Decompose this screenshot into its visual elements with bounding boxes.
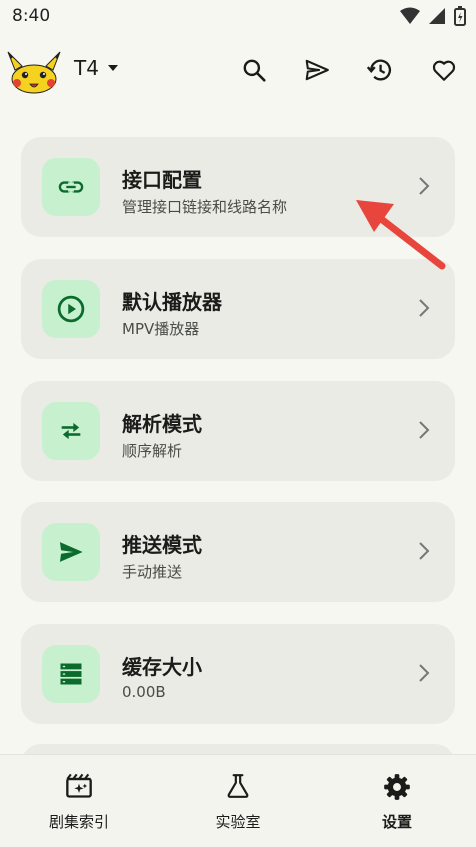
nav-item-lab[interactable]: 实验室 <box>159 755 317 847</box>
card-icon-box <box>42 280 100 338</box>
nav-item-episode-index[interactable]: 剧集索引 <box>0 755 158 847</box>
card-title: 推送模式 <box>122 533 202 557</box>
chevron-right-icon <box>419 177 430 195</box>
link-icon <box>58 181 84 193</box>
history-button[interactable] <box>362 52 398 88</box>
chevron-right-icon <box>419 664 430 682</box>
swap-arrows-icon <box>61 422 81 440</box>
heart-icon <box>432 60 456 81</box>
send-icon <box>305 59 329 81</box>
search-icon <box>243 59 266 82</box>
wifi-icon <box>400 7 420 24</box>
pikachu-avatar[interactable] <box>2 48 66 94</box>
push-button[interactable] <box>299 52 335 88</box>
movie-icon <box>66 773 92 798</box>
chevron-right-icon <box>419 542 430 560</box>
app-bar: T4 <box>0 40 476 100</box>
search-button[interactable] <box>236 52 272 88</box>
card-subtitle: 手动推送 <box>122 563 183 581</box>
battery-icon <box>454 6 466 26</box>
gear-icon <box>384 774 410 800</box>
status-bar: 8:40 <box>0 0 476 34</box>
source-name: T4 <box>74 56 99 80</box>
nav-label: 设置 <box>381 813 412 831</box>
status-icons <box>400 6 466 26</box>
bottom-navigation: 剧集索引 实验室 设置 <box>0 754 476 847</box>
card-icon-box <box>42 523 100 581</box>
chevron-right-icon <box>419 421 430 439</box>
card-title: 接口配置 <box>122 168 202 192</box>
flask-icon <box>227 774 249 798</box>
settings-card-api-config[interactable]: 接口配置 管理接口链接和线路名称 <box>21 137 455 237</box>
signal-icon <box>429 8 445 24</box>
card-icon-box <box>42 402 100 460</box>
source-selector[interactable]: T4 <box>74 56 119 80</box>
chevron-right-icon <box>419 299 430 317</box>
history-icon <box>366 59 392 81</box>
dropdown-arrow-icon <box>107 65 118 71</box>
favorites-button[interactable] <box>426 52 462 88</box>
card-title: 默认播放器 <box>122 290 222 314</box>
nav-item-settings[interactable]: 设置 <box>318 755 476 847</box>
card-subtitle: 管理接口链接和线路名称 <box>122 198 288 216</box>
card-title: 缓存大小 <box>122 655 202 679</box>
card-subtitle: 顺序解析 <box>122 442 183 460</box>
status-time: 8:40 <box>12 6 51 26</box>
storage-icon <box>60 663 82 685</box>
card-subtitle: 0.00B <box>122 683 166 701</box>
nav-label: 剧集索引 <box>48 813 109 831</box>
card-subtitle: MPV播放器 <box>122 320 200 338</box>
settings-card-cache-size[interactable]: 缓存大小 0.00B <box>21 624 455 724</box>
settings-card-push-mode[interactable]: 推送模式 手动推送 <box>21 502 455 602</box>
send-icon <box>59 542 83 562</box>
play-circle-icon <box>57 295 85 323</box>
nav-label: 实验室 <box>215 813 261 831</box>
card-icon-box <box>42 158 100 216</box>
settings-card-parse-mode[interactable]: 解析模式 顺序解析 <box>21 381 455 481</box>
card-title: 解析模式 <box>122 412 202 436</box>
settings-card-default-player[interactable]: 默认播放器 MPV播放器 <box>21 259 455 359</box>
card-icon-box <box>42 645 100 703</box>
